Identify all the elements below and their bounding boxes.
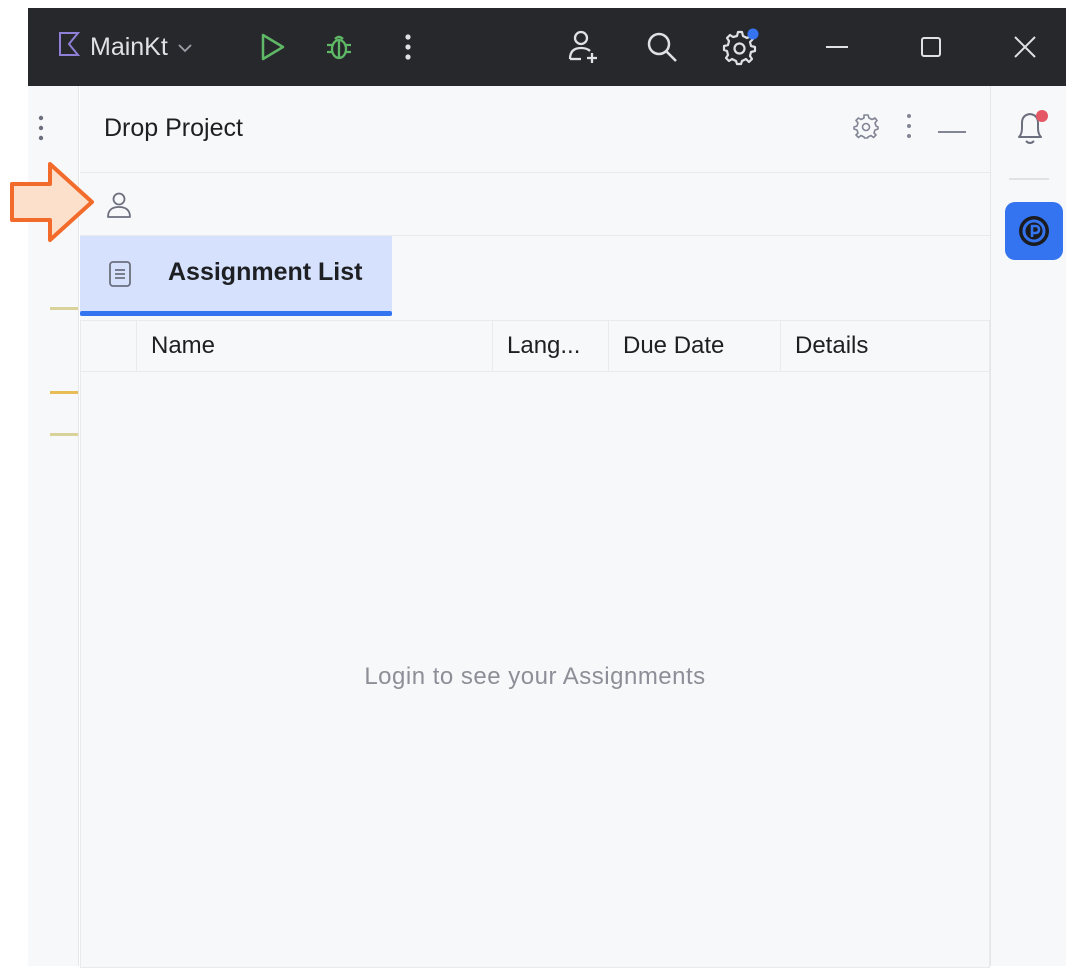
- change-marker: [50, 433, 78, 436]
- more-vertical-icon[interactable]: [906, 113, 912, 143]
- column-header-language[interactable]: Lang...: [492, 321, 608, 371]
- gear-icon[interactable]: [852, 112, 880, 144]
- search-icon[interactable]: [642, 8, 682, 86]
- notification-badge: [1036, 110, 1048, 122]
- tab-assignment-list[interactable]: Assignment List: [80, 236, 392, 316]
- change-marker: [50, 391, 78, 394]
- column-header-due-date[interactable]: Due Date: [608, 321, 780, 371]
- minimize-icon[interactable]: [938, 119, 966, 138]
- chevron-down-icon: [178, 37, 192, 58]
- empty-state-message: Login to see your Assignments: [364, 663, 706, 690]
- debug-icon[interactable]: [322, 8, 356, 86]
- drop-project-panel: Drop Project Assignment List Name Lang..…: [80, 86, 990, 968]
- minimize-icon[interactable]: [824, 8, 850, 86]
- assignments-table: Name Lang... Due Date Details Login to s…: [80, 320, 990, 968]
- run-configuration-label: MainKt: [90, 32, 168, 61]
- settings-icon[interactable]: [718, 8, 762, 86]
- kotlin-file-icon: [58, 31, 81, 63]
- tab-label: Assignment List: [168, 258, 363, 286]
- user-toolbar: [80, 173, 990, 236]
- maximize-icon[interactable]: [918, 8, 944, 86]
- run-icon[interactable]: [258, 8, 288, 86]
- column-header-details[interactable]: Details: [780, 321, 989, 371]
- close-icon[interactable]: [1010, 8, 1040, 86]
- more-vertical-icon[interactable]: [398, 8, 418, 86]
- user-icon[interactable]: [106, 191, 132, 223]
- column-header-select[interactable]: [81, 321, 136, 371]
- separator: [1009, 178, 1049, 180]
- right-tool-strip: [990, 86, 1066, 966]
- add-user-icon[interactable]: [564, 8, 604, 86]
- column-header-name[interactable]: Name: [136, 321, 492, 371]
- panel-header-actions: [852, 112, 966, 144]
- change-marker: [50, 307, 78, 310]
- notification-badge: [747, 28, 759, 40]
- notifications-bell-icon[interactable]: [1013, 108, 1051, 152]
- panel-header: Drop Project: [80, 86, 990, 173]
- drop-project-icon[interactable]: [1005, 202, 1063, 260]
- list-document-icon: [108, 260, 132, 292]
- table-header: Name Lang... Due Date Details: [81, 321, 989, 372]
- tab-selected-indicator: [80, 311, 392, 316]
- more-vertical-icon[interactable]: [38, 114, 44, 148]
- title-bar: MainKt: [28, 8, 1066, 86]
- arrow-right-icon: [8, 160, 96, 248]
- run-configuration-selector[interactable]: MainKt: [58, 8, 192, 86]
- panel-title: Drop Project: [104, 114, 243, 142]
